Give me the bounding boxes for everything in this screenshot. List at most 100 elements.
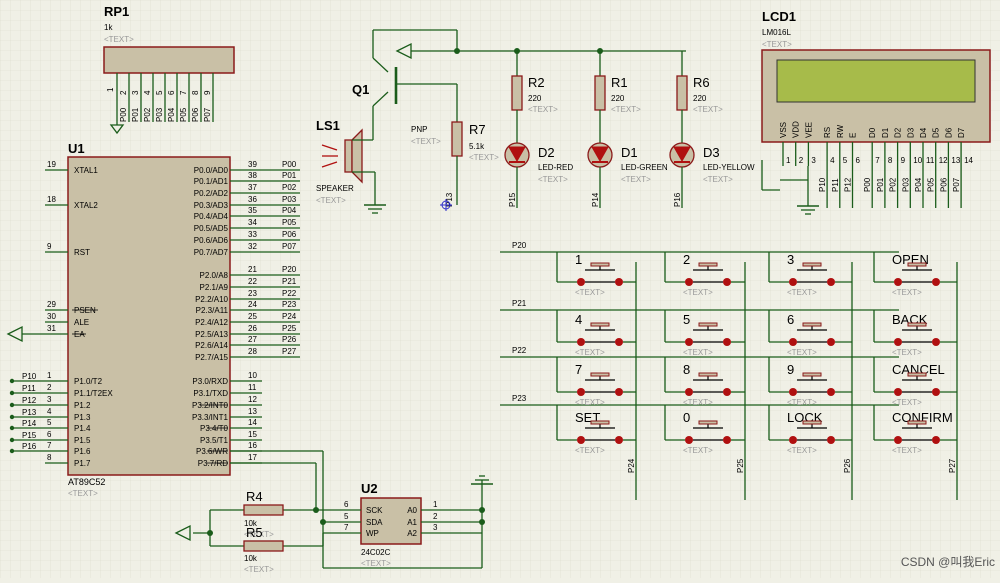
lcd-pin-name: D3 — [906, 127, 915, 138]
u1-pin-number: 2 — [47, 383, 52, 392]
u1-pin-number: 33 — [248, 230, 257, 239]
u1-pin-name: P1.7 — [74, 459, 91, 468]
u1-pin-number: 17 — [248, 453, 257, 462]
q1-ref: Q1 — [352, 82, 369, 97]
lcd-pin-number: 8 — [888, 156, 893, 165]
rp1-text: <TEXT> — [104, 35, 134, 44]
u1-pin-name: RST — [74, 248, 90, 257]
key-label: 3 — [787, 252, 794, 267]
u1-pin-name: P0.4/AD4 — [194, 212, 229, 221]
r5-ref: R5 — [246, 525, 263, 540]
lcd-pin-number: 4 — [830, 156, 835, 165]
key-label: 8 — [683, 362, 690, 377]
key-text: <TEXT> — [683, 398, 713, 407]
u1-pin-number: 36 — [248, 195, 257, 204]
u1-pin-number: 12 — [248, 395, 257, 404]
u2-ref: U2 — [361, 481, 378, 496]
u1-pin-number: 18 — [47, 195, 56, 204]
u1-pin-name: P1.0/T2 — [74, 377, 103, 386]
u1-pin-number: 27 — [248, 335, 257, 344]
rp1-pin-number: 3 — [131, 90, 140, 95]
key-label: 0 — [683, 410, 690, 425]
resistor-text: <TEXT> — [693, 105, 723, 114]
schematic-svg: RP1 1k <TEXT> 1 2 P00 3 P01 4 P02 5 P03 6 P04 7 P05… — [0, 0, 1000, 578]
u1-pin-name: P0.6/AD6 — [194, 236, 229, 245]
u1-net-label: P13 — [22, 408, 37, 417]
u1-pin-number: 10 — [248, 371, 257, 380]
r7-ref: R7 — [469, 122, 486, 137]
resistor-ref: R1 — [611, 75, 628, 90]
keypad-row-net: P21 — [512, 299, 527, 308]
key-label: 9 — [787, 362, 794, 377]
lcd-net-label: P11 — [831, 178, 840, 192]
watermark: CSDN @叫我Eric — [901, 555, 995, 569]
led-ref: D3 — [703, 145, 720, 160]
u1-net-label: P15 — [22, 431, 37, 440]
lcd-pin-number: 7 — [875, 156, 880, 165]
key-text: <TEXT> — [575, 348, 605, 357]
u1-pin-number: 23 — [248, 289, 257, 298]
u1-net-label: P25 — [282, 324, 297, 333]
u1-pin-name: P1.1/T2EX — [74, 389, 113, 398]
u1-pin-name: P2.6/A14 — [195, 341, 228, 350]
key-text: <TEXT> — [787, 288, 817, 297]
key-text: <TEXT> — [683, 348, 713, 357]
key-label: 1 — [575, 252, 582, 267]
resistor-value: 220 — [611, 94, 625, 103]
u1-pin-name: P1.5 — [74, 436, 91, 445]
u2-pin-name: A0 — [407, 506, 417, 515]
u1-pin-number: 26 — [248, 324, 257, 333]
lcd-pin-name: E — [849, 133, 858, 138]
r4-ref: R4 — [246, 489, 263, 504]
u1-pin-name: P0.7/AD7 — [194, 248, 229, 257]
lcd-pin-number: 6 — [856, 156, 861, 165]
key-label: 7 — [575, 362, 582, 377]
lcd-pin-name: RW — [836, 124, 845, 138]
u1-pin-name: P1.4 — [74, 424, 91, 433]
u1-pin-number: 30 — [47, 312, 56, 321]
keypad-col-net: P27 — [948, 458, 957, 473]
lcd-pin-number: 5 — [843, 156, 848, 165]
lcd-net-label: P03 — [901, 177, 910, 192]
u1-pin-number: 38 — [248, 171, 257, 180]
u1-net-label: P06 — [282, 230, 297, 239]
resistor-ref: R2 — [528, 75, 545, 90]
u1-pin-name: P3.2/INT0 — [192, 401, 229, 410]
u2-pin-name: SCK — [366, 506, 383, 515]
u1-net-label: P20 — [282, 265, 297, 274]
u1-net-label: P26 — [282, 335, 297, 344]
resistor-value: 220 — [528, 94, 542, 103]
rp1-net-label: P06 — [191, 107, 200, 122]
u1-pin-number: 13 — [248, 407, 257, 416]
u1-pin-name: EA — [74, 330, 85, 339]
u1-pin-number: 16 — [248, 441, 257, 450]
u1-net-label: P12 — [22, 396, 37, 405]
u1-pin-name: P2.1/A9 — [200, 283, 229, 292]
lcd-net-label: P10 — [818, 177, 827, 192]
u1-part: AT89C52 — [68, 477, 105, 487]
lcd-pin-number: 1 — [786, 156, 791, 165]
u1-pin-name: XTAL1 — [74, 166, 98, 175]
u2-text: <TEXT> — [361, 559, 391, 568]
keypad-row-net: P22 — [512, 346, 527, 355]
u1-pin-number: 4 — [47, 407, 52, 416]
led-text: <TEXT> — [703, 175, 733, 184]
rp1-net-label: P04 — [167, 107, 176, 122]
u1-net-label: P05 — [282, 218, 297, 227]
u1-text: <TEXT> — [68, 489, 98, 498]
schematic-canvas: RP1 1k <TEXT> 1 2 P00 3 P01 4 P02 5 P03 6 P04 7 P05… — [0, 0, 1000, 578]
rp1-net-label: P02 — [143, 107, 152, 122]
u1-pin-name: P1.3 — [74, 413, 91, 422]
u1-pin-number: 35 — [248, 206, 257, 215]
key-text: <TEXT> — [575, 398, 605, 407]
rp1-net-label: P03 — [155, 107, 164, 122]
key-label: 4 — [575, 312, 582, 327]
key-label: 6 — [787, 312, 794, 327]
u1-pin-number: 14 — [248, 418, 257, 427]
lcd-pin-name: D7 — [957, 127, 966, 138]
key-text: <TEXT> — [787, 446, 817, 455]
u1-pin-name: P3.4/T0 — [200, 424, 229, 433]
u1-pin-name: P2.0/A8 — [200, 271, 229, 280]
lcd-pin-name: VEE — [804, 122, 813, 138]
rp1-pin-number: 2 — [119, 90, 128, 95]
